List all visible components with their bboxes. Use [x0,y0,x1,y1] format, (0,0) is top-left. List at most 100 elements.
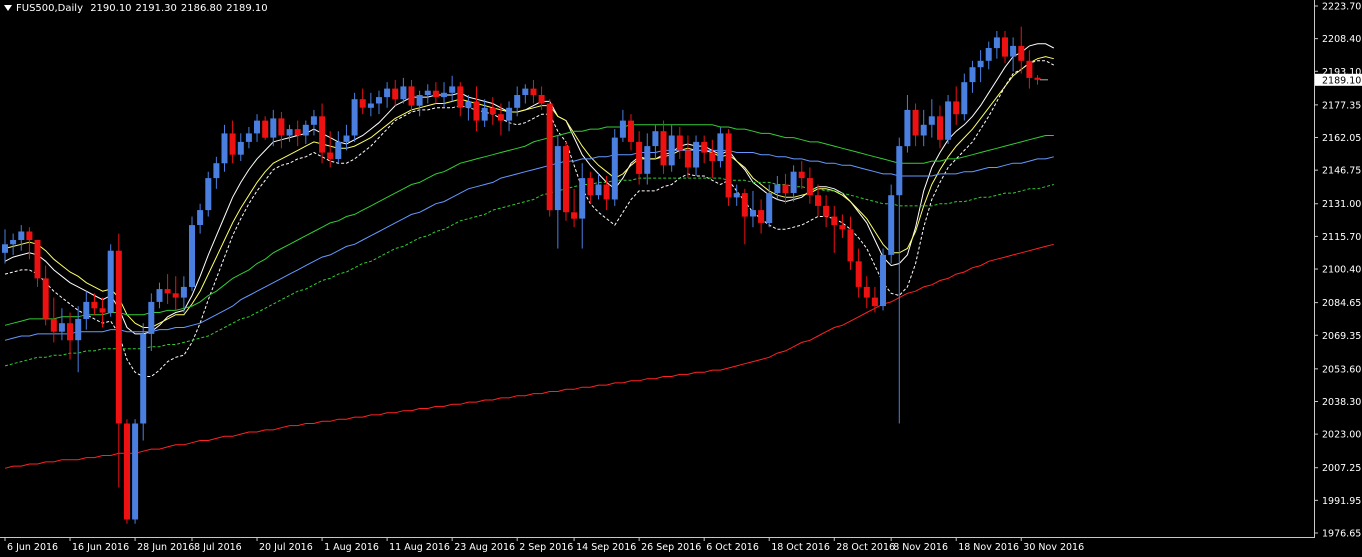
price-tick-label: 2100.40 [1322,265,1361,276]
candle-body [497,114,504,121]
candle-body [408,86,415,106]
candle-body [124,423,130,520]
price-tick-label: 2177.35 [1322,100,1361,111]
price-chart[interactable]: 2223.702208.402193.102177.352162.052146.… [0,0,1362,557]
candle [107,244,114,317]
price-tick-label: 2223.70 [1322,2,1361,13]
candle-body [481,107,488,121]
candle-body [571,212,578,219]
candle [563,141,569,221]
candle-body [733,193,740,198]
candle-body [587,178,594,196]
candle-body [953,101,960,115]
candle-body [701,141,708,153]
candle-body [237,141,244,155]
candle-body [449,86,456,93]
price-tick-label: 2007.25 [1322,463,1361,474]
time-tick-label: 8 Jul 2016 [194,542,242,553]
time-tick-label: 20 Jul 2016 [259,542,313,553]
candle-body [937,116,943,140]
candle-body [221,133,228,164]
candle-body [140,333,147,424]
candle-body [782,184,789,193]
candle-body [50,318,57,332]
candle-body [164,289,171,294]
candle [880,248,886,311]
candle-body [798,171,805,179]
time-tick-label: 16 Jun 2016 [72,542,129,553]
candle-body [668,135,675,166]
candle-body [1026,60,1033,78]
candle-body [628,120,634,142]
candle-body [636,141,643,174]
candle [140,323,147,441]
candle-body [831,216,838,225]
candle-body [863,286,870,298]
candle-body [904,109,911,147]
candle-body [115,250,122,424]
candle-body [603,184,610,200]
candle-body [554,146,561,211]
candle-body [91,301,98,309]
candle-body [888,195,895,255]
candle-body [213,163,220,179]
candle-body [530,88,537,95]
candle-body [717,133,724,162]
candle-body [343,135,350,142]
candle-body [611,137,618,200]
candle-body [26,231,33,240]
candle-body [376,97,382,104]
candle-body [156,289,163,302]
candle-body [148,301,155,334]
time-tick-label: 1 Aug 2016 [324,542,379,553]
candle-body [961,82,968,115]
candle-body [896,146,903,196]
candle-body [432,90,439,98]
candle-body [180,286,187,298]
candle-body [302,124,309,136]
candle-body [847,229,854,262]
candle-body [969,67,976,83]
candle-body [310,116,317,125]
ohlc-low: 2186.80 [180,3,223,14]
candle-body [286,129,293,136]
candle-body [774,184,781,193]
candle-body [522,88,529,95]
candle-body [132,423,139,520]
candle-body [197,210,204,225]
candle-body [270,118,277,138]
ohlc-close: 2189.10 [226,3,268,14]
candle-body [855,261,862,287]
candle-body [335,141,342,159]
candle [351,92,358,142]
price-tick-label: 2162.05 [1322,133,1361,144]
candle-body [67,323,73,341]
candle-body [871,297,878,307]
candle-body [725,133,732,198]
chart-menu-triangle-icon[interactable] [4,5,12,11]
candle-body [327,152,334,159]
candle [888,184,895,264]
candle-body [189,225,195,287]
candle-body [766,193,773,223]
candle-body [359,99,366,108]
candle-body [595,184,602,196]
candle-body [262,120,269,138]
candle-body [920,124,927,136]
candle-body [676,135,683,151]
time-tick-label: 23 Aug 2016 [454,542,515,553]
candle-body [579,178,586,219]
candle-body [172,293,179,298]
candle-body [278,118,285,136]
current-price-label: 2189.10 [1322,75,1361,86]
candle-body [758,210,765,223]
candle-body [546,103,553,211]
candle-body [457,86,464,108]
price-tick-label: 1976.65 [1322,529,1361,540]
candle-body [660,131,667,166]
candle-body [99,308,106,313]
candle-body [790,171,797,193]
chart-title: FUS500,Daily 2190.10 2191.30 2186.80 2189.1… [4,3,272,14]
candle-body [473,101,480,121]
candle-body [319,116,326,153]
